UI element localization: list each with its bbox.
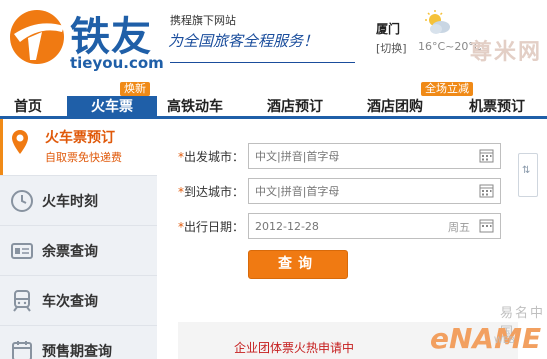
ticket-icon xyxy=(11,243,33,259)
parent-company-tagline: 携程旗下网站 xyxy=(170,14,236,27)
main-nav: 首页 火车票 高铁动车 酒店预订 酒店团购 机票预订 xyxy=(0,92,547,119)
nav-item-hotel-group-buy[interactable]: 酒店团购 xyxy=(360,96,430,119)
nav-item-hotel-booking[interactable]: 酒店预订 xyxy=(260,96,330,119)
nav-item-train-tickets[interactable]: 火车票 xyxy=(67,96,157,119)
logo-domain[interactable]: tieyou.com xyxy=(70,54,164,72)
travel-date-row: *出行日期： 周五 xyxy=(178,213,508,239)
city-picker-icon[interactable] xyxy=(479,183,494,198)
slogan-underline xyxy=(170,62,355,63)
from-city-row: *出发城市： xyxy=(178,143,508,169)
sidebar-item-train-number[interactable]: 车次查询 xyxy=(0,275,157,325)
sidebar-item-label: 火车时刻 xyxy=(42,194,98,210)
from-city-label: *出发城市： xyxy=(178,150,245,164)
nav-item-high-speed-rail[interactable]: 高铁动车 xyxy=(160,96,230,119)
logo-swoosh-icon[interactable] xyxy=(8,8,66,66)
calendar-icon[interactable] xyxy=(479,218,494,233)
city-picker-icon[interactable] xyxy=(479,148,494,163)
corporate-banner-text[interactable]: 企业团体票火热申请中 xyxy=(234,339,354,356)
weekday-label: 周五 xyxy=(448,221,470,234)
sidebar-item-label: 余票查询 xyxy=(42,244,98,260)
location-pin-icon xyxy=(12,130,28,154)
swap-arrows-icon: ⇅ xyxy=(522,165,531,176)
sun-cloud-icon xyxy=(425,10,450,34)
sidebar-item-timetable[interactable]: 火车时刻 xyxy=(0,175,157,225)
from-city-input[interactable] xyxy=(248,143,501,169)
search-button[interactable]: 查询 xyxy=(248,250,348,279)
sidebar-item-ticket-booking[interactable]: 火车票预订 自取票免快递费 xyxy=(0,119,157,175)
site-header: 铁友 tieyou.com 携程旗下网站 为全国旅客全程服务！ 厦门 [切换] … xyxy=(0,0,547,92)
switch-city-link[interactable]: [切换] xyxy=(376,40,407,56)
calendar-icon xyxy=(12,341,32,359)
to-city-row: *到达城市： xyxy=(178,178,508,204)
nav-item-flight-booking[interactable]: 机票预订 xyxy=(462,96,532,119)
sidebar-active-title: 火车票预订 xyxy=(45,130,115,146)
travel-date-label: *出行日期： xyxy=(178,220,245,234)
train-icon xyxy=(13,290,31,312)
to-city-label: *到达城市： xyxy=(178,185,245,199)
watermark-text: 尊米网 xyxy=(470,40,543,65)
sidebar-active-subtitle: 自取票免快递费 xyxy=(45,151,122,164)
current-city: 厦门 xyxy=(376,22,401,36)
sidebar-item-label: 预售期查询 xyxy=(42,344,112,359)
sidebar-item-label: 车次查询 xyxy=(42,294,98,310)
sidebar-item-presale-period[interactable]: 预售期查询 xyxy=(0,325,157,359)
sidebar-item-remaining-tickets[interactable]: 余票查询 xyxy=(0,225,157,275)
watermark-web: WEB xyxy=(494,336,515,346)
nav-item-home[interactable]: 首页 xyxy=(0,96,56,119)
slogan: 为全国旅客全程服务！ xyxy=(168,32,319,50)
to-city-input[interactable] xyxy=(248,178,501,204)
watermark-en: eNAME xyxy=(430,322,542,355)
clock-icon xyxy=(11,190,33,212)
swap-cities-button[interactable]: ⇅ xyxy=(518,153,538,197)
sidebar: 火车票预订 自取票免快递费 火车时刻 余票查询 车次查询 预售期查询 xyxy=(0,119,157,359)
ename-watermark: 易名中国 eNAME WEB xyxy=(430,300,547,359)
